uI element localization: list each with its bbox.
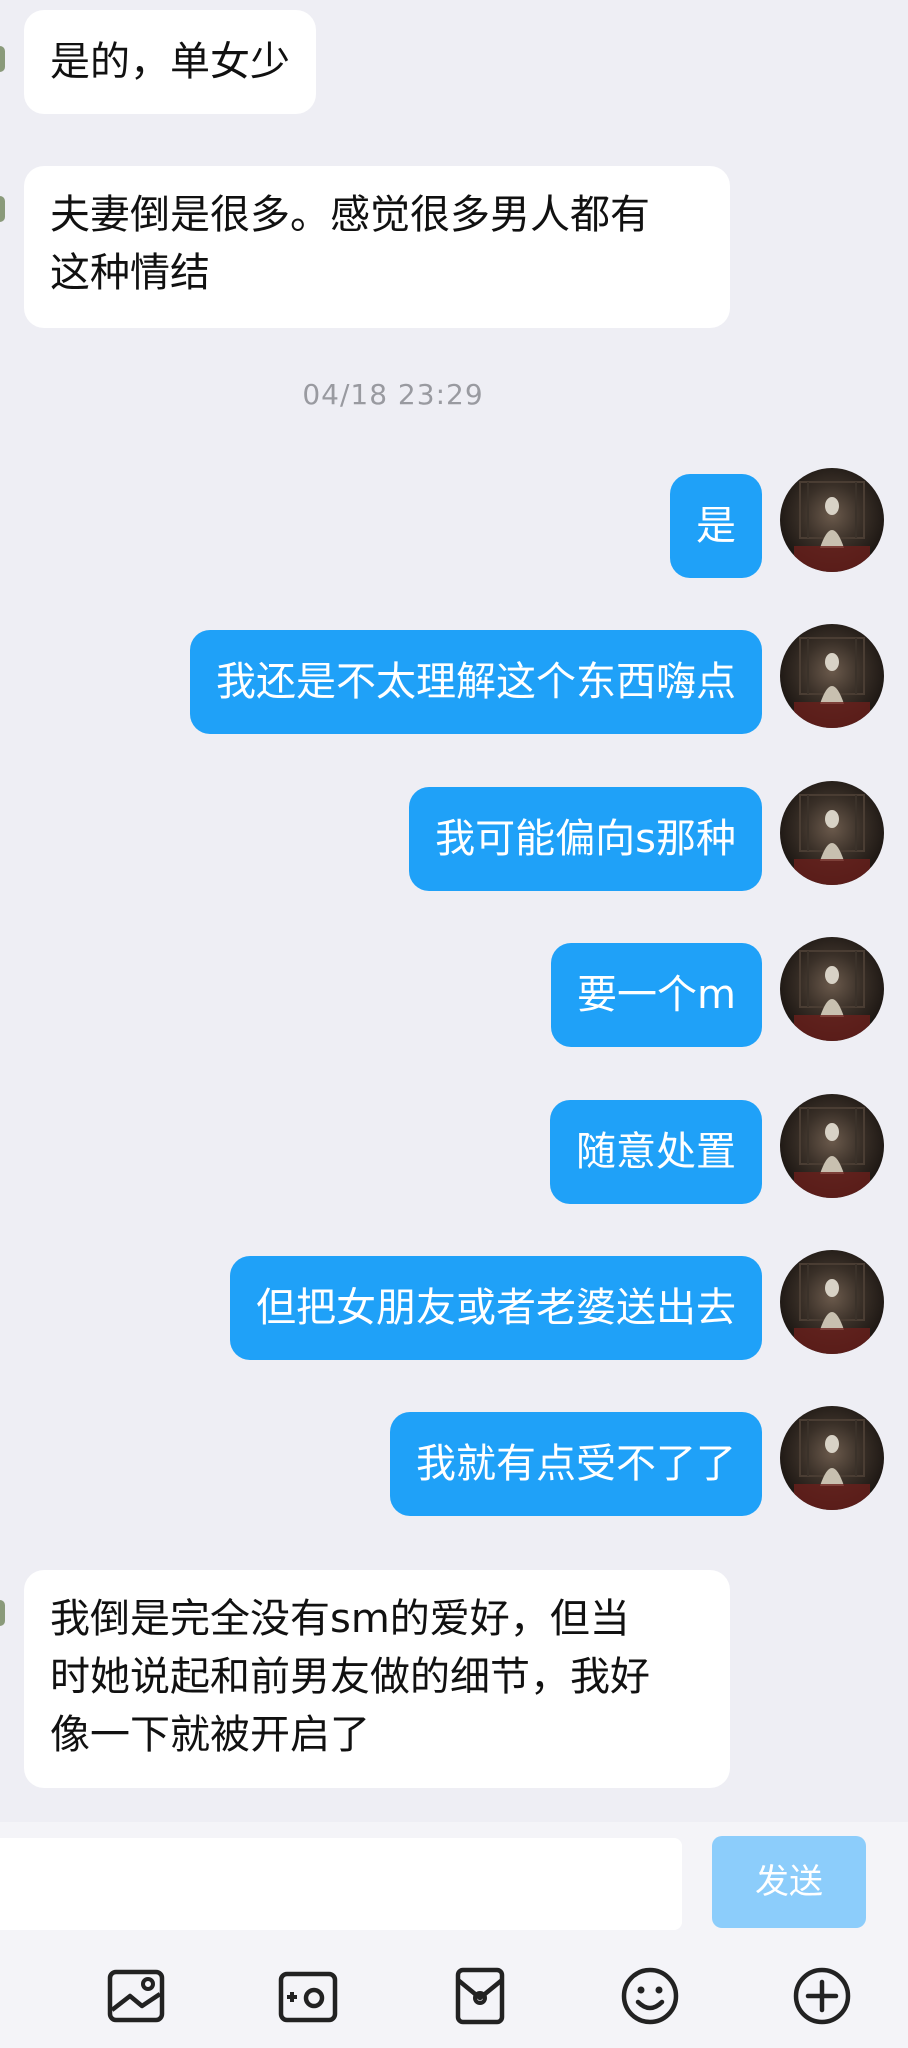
user-avatar[interactable] [780, 1406, 884, 1510]
incoming-message[interactable]: 我倒是完全没有sm的爱好，但当 时她说起和前男友做的细节，我好 像一下就被开启了 [24, 1570, 730, 1788]
outgoing-message[interactable]: 我就有点受不了了 [390, 1412, 762, 1516]
plus-icon[interactable] [790, 1964, 854, 2028]
message-line: 夫妻倒是很多。感觉很多男人都有 [50, 192, 650, 238]
message-text: 但把女朋友或者老婆送出去 [256, 1285, 736, 1331]
message-input[interactable] [0, 1838, 682, 1930]
outgoing-message[interactable]: 我还是不太理解这个东西嗨点 [190, 630, 762, 734]
message-text: 我就有点受不了了 [416, 1441, 736, 1487]
message-text: 要一个m [577, 972, 736, 1018]
user-avatar[interactable] [780, 781, 884, 885]
image-icon[interactable] [104, 1964, 168, 2028]
message-text: 是 [696, 503, 736, 549]
incoming-message[interactable]: 夫妻倒是很多。感觉很多男人都有 这种情结 [24, 166, 730, 328]
message-line: 这种情结 [50, 250, 210, 296]
message-text: 我还是不太理解这个东西嗨点 [216, 659, 736, 705]
input-bar: 发送 [0, 1822, 908, 1942]
outgoing-message[interactable]: 但把女朋友或者老婆送出去 [230, 1256, 762, 1360]
emoji-icon[interactable] [618, 1964, 682, 2028]
sender-avatar-edge[interactable] [0, 1600, 5, 1626]
outgoing-message[interactable]: 要一个m [551, 943, 762, 1047]
incoming-message[interactable]: 是的，单女少 [24, 10, 316, 114]
outgoing-message[interactable]: 随意处置 [550, 1100, 762, 1204]
toolbar [0, 1942, 908, 2048]
message-line: 我倒是完全没有sm的爱好，但当 [50, 1596, 630, 1642]
message-line: 像一下就被开启了 [50, 1712, 370, 1758]
user-avatar[interactable] [780, 1250, 884, 1354]
message-text: 随意处置 [576, 1129, 736, 1175]
chat-area[interactable]: 是的，单女少 夫妻倒是很多。感觉很多男人都有 这种情结 04/18 23:29 … [0, 0, 908, 1830]
outgoing-message[interactable]: 是 [670, 474, 762, 578]
user-avatar[interactable] [780, 468, 884, 572]
sender-avatar-edge[interactable] [0, 46, 5, 72]
camera-icon[interactable] [276, 1964, 340, 2028]
message-text: 我可能偏向s那种 [435, 816, 736, 862]
timestamp: 04/18 23:29 [302, 378, 484, 411]
user-avatar[interactable] [780, 937, 884, 1041]
sender-avatar-edge[interactable] [0, 196, 5, 222]
message-text: 是的，单女少 [50, 39, 290, 85]
user-avatar[interactable] [780, 624, 884, 728]
message-line: 时她说起和前男友做的细节，我好 [50, 1654, 650, 1700]
send-button[interactable]: 发送 [712, 1836, 866, 1928]
red-packet-icon[interactable] [448, 1964, 512, 2028]
user-avatar[interactable] [780, 1094, 884, 1198]
outgoing-message[interactable]: 我可能偏向s那种 [409, 787, 762, 891]
